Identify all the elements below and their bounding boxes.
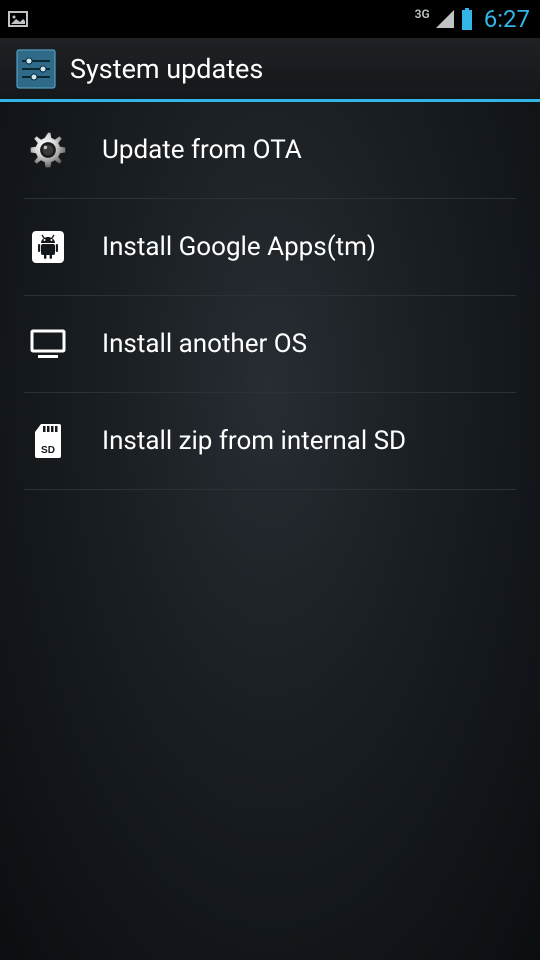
title-bar: System updates: [0, 38, 540, 102]
gear-icon: [24, 126, 72, 174]
list-item-install-another-os[interactable]: Install another OS: [24, 296, 516, 393]
network-type-label: 3G: [415, 7, 430, 21]
settings-sliders-icon: [16, 49, 56, 89]
status-bar: 3G 6:27: [0, 0, 540, 38]
clock: 6:27: [484, 5, 530, 33]
list-item-label: Update from OTA: [102, 135, 302, 165]
monitor-icon: [24, 320, 72, 368]
list-item-install-gapps[interactable]: Install Google Apps(tm): [24, 199, 516, 296]
list-item-label: Install another OS: [102, 329, 307, 359]
settings-list: Update from OTA Install Goog: [0, 102, 540, 490]
android-box-icon: [24, 223, 72, 271]
signal-icon: [434, 8, 456, 30]
list-item-label: Install zip from internal SD: [102, 426, 406, 456]
battery-icon: [460, 7, 474, 31]
svg-text:SD: SD: [41, 445, 55, 456]
sd-card-icon: SD: [24, 417, 72, 465]
page-title: System updates: [70, 53, 263, 85]
list-item-install-zip-sd[interactable]: SD Install zip from internal SD: [24, 393, 516, 490]
list-item-update-ota[interactable]: Update from OTA: [24, 102, 516, 199]
list-item-label: Install Google Apps(tm): [102, 232, 376, 262]
picture-icon: [6, 7, 30, 31]
